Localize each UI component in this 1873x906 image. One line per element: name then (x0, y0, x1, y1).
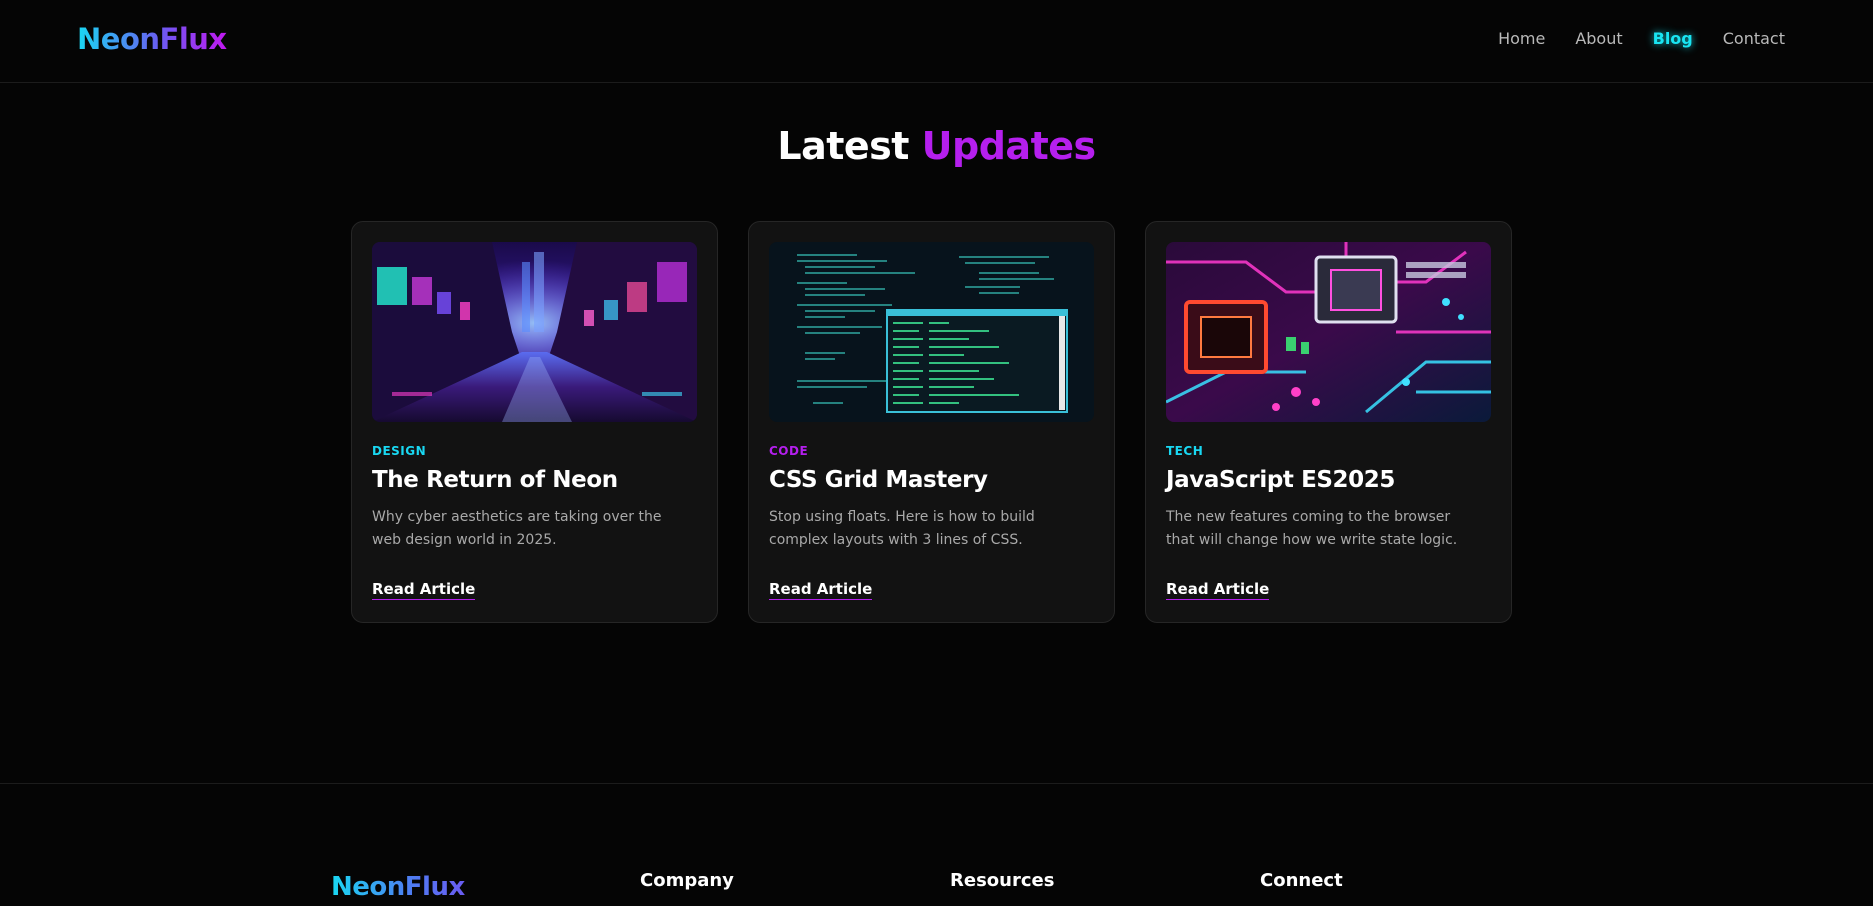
article-card-tech: TECH JavaScript ES2025 The new features … (1145, 221, 1512, 623)
read-article-link[interactable]: Read Article (769, 580, 873, 600)
nav-link-contact[interactable]: Contact (1723, 29, 1785, 48)
card-title: CSS Grid Mastery (769, 467, 988, 493)
circuit-board-image (1166, 242, 1491, 422)
site-footer: NeonFlux Company Resources Connect (0, 783, 1873, 906)
card-excerpt: The new features coming to the browser t… (1166, 509, 1458, 548)
card-title: The Return of Neon (372, 467, 618, 493)
site-header: NeonFlux Home About Blog Contact (0, 0, 1873, 83)
section-title: Latest Updates (0, 124, 1873, 168)
articles-grid: DESIGN The Return of Neon Why cyber aest… (351, 221, 1512, 623)
brand-logo[interactable]: NeonFlux (77, 22, 227, 56)
nav-link-home[interactable]: Home (1498, 29, 1545, 48)
footer-heading-company: Company (640, 870, 734, 891)
article-card-code: CODE CSS Grid Mastery Stop using floats.… (748, 221, 1115, 623)
read-article-link[interactable]: Read Article (1166, 580, 1270, 600)
card-category: DESIGN (372, 444, 427, 458)
nav-link-blog[interactable]: Blog (1653, 29, 1693, 48)
read-article-link[interactable]: Read Article (372, 580, 476, 600)
nav-link-about[interactable]: About (1575, 29, 1622, 48)
footer-heading-resources: Resources (950, 870, 1055, 891)
card-title: JavaScript ES2025 (1166, 467, 1395, 493)
card-category: TECH (1166, 444, 1204, 458)
card-excerpt: Stop using floats. Here is how to build … (769, 509, 1035, 548)
footer-brand-logo[interactable]: NeonFlux (331, 872, 465, 902)
code-editor-image (769, 242, 1094, 422)
footer-heading-connect: Connect (1260, 870, 1343, 891)
neon-city-street-image (372, 242, 697, 422)
section-title-main: Latest (777, 124, 909, 168)
section-title-accent: Updates (921, 124, 1096, 168)
main-nav: Home About Blog Contact (1498, 29, 1785, 48)
card-excerpt: Why cyber aesthetics are taking over the… (372, 509, 662, 548)
card-category: CODE (769, 444, 809, 458)
article-card-design: DESIGN The Return of Neon Why cyber aest… (351, 221, 718, 623)
